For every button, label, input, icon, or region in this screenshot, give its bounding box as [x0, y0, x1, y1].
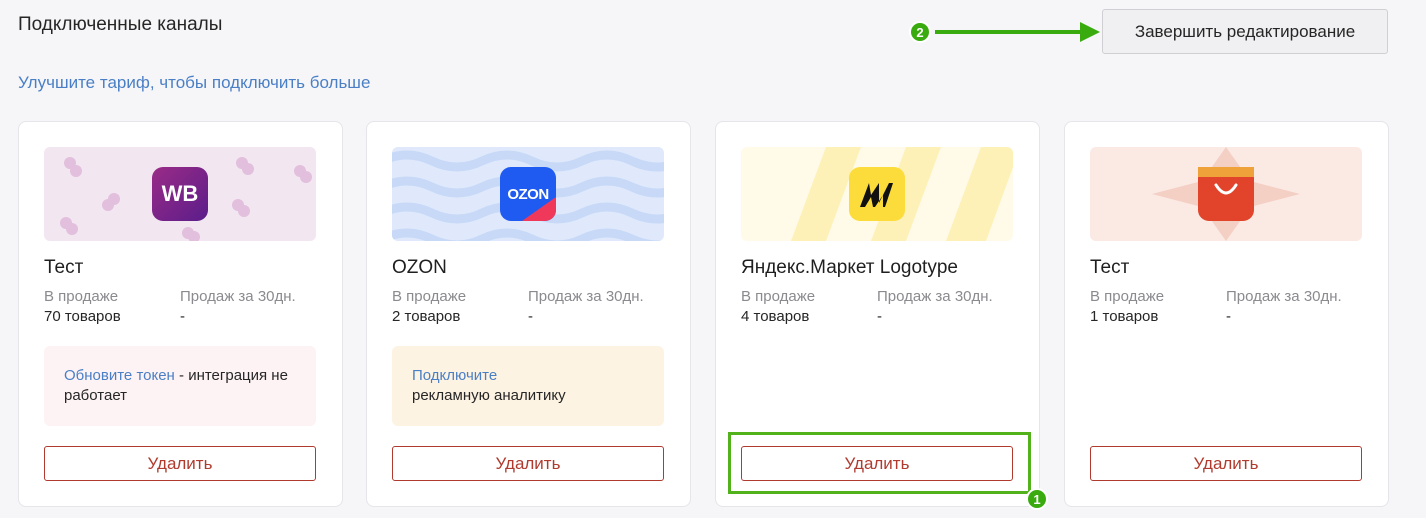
delete-button[interactable]: Удалить [392, 446, 664, 481]
sales-30d-value: - [180, 308, 185, 325]
in-sale-label: В продаже [741, 288, 816, 305]
sales-30d-label: Продаж за 30дн. [528, 288, 644, 305]
notice-text: рекламную аналитику [412, 387, 566, 404]
delete-button[interactable]: Удалить [44, 446, 316, 481]
in-sale-label: В продаже [1090, 288, 1165, 305]
card-title: Яндекс.Маркет Logotype [741, 257, 958, 278]
delete-button[interactable]: Удалить [1090, 446, 1362, 481]
update-token-link[interactable]: Обновите токен [64, 367, 175, 384]
in-sale-value: 2 товаров [392, 308, 461, 325]
channel-card-ozon: OZON OZON В продаже Продаж за 30дн. 2 то… [366, 121, 691, 507]
sales-30d-label: Продаж за 30дн. [1226, 288, 1342, 305]
in-sale-value: 70 товаров [44, 308, 121, 325]
card-title: Тест [1090, 257, 1130, 278]
notice-box: Подключите рекламную аналитику [392, 346, 664, 426]
yandex-market-logo-icon [849, 167, 905, 221]
card-banner [1090, 147, 1362, 241]
in-sale-label: В продаже [392, 288, 467, 305]
sales-30d-value: - [1226, 308, 1231, 325]
step-2-badge: 2 [909, 21, 931, 43]
sales-30d-label: Продаж за 30дн. [877, 288, 993, 305]
wb-logo-icon: WB [152, 167, 208, 221]
in-sale-value: 4 товаров [741, 308, 810, 325]
card-banner [741, 147, 1013, 241]
arrow-right-icon [935, 22, 1100, 42]
card-banner: OZON [392, 147, 664, 241]
step-1-badge: 1 [1026, 488, 1048, 510]
notice-box: Обновите токен - интеграция не работает [44, 346, 316, 426]
sales-30d-value: - [877, 308, 882, 325]
finish-editing-button[interactable]: Завершить редактирование [1102, 9, 1388, 54]
shopping-bag-logo-icon [1198, 167, 1254, 221]
sales-30d-label: Продаж за 30дн. [180, 288, 296, 305]
ozon-logo-text: OZON [507, 185, 549, 203]
in-sale-label: В продаже [44, 288, 119, 305]
upgrade-tariff-link[interactable]: Улучшите тариф, чтобы подключить больше [18, 73, 370, 93]
wb-logo-text: WB [161, 181, 199, 206]
channel-card-wb: WB Тест В продаже Продаж за 30дн. 70 тов… [18, 121, 343, 507]
ozon-logo-icon: OZON [500, 167, 556, 221]
channel-card-marketplace: Тест В продаже Продаж за 30дн. 1 товаров… [1064, 121, 1389, 507]
in-sale-value: 1 товаров [1090, 308, 1159, 325]
card-title: Тест [44, 257, 84, 278]
card-banner: WB [44, 147, 316, 241]
sales-30d-value: - [528, 308, 533, 325]
highlight-frame [728, 432, 1031, 494]
card-title: OZON [392, 257, 447, 278]
connect-link[interactable]: Подключите [412, 367, 497, 384]
page-title: Подключенные каналы [18, 14, 223, 35]
